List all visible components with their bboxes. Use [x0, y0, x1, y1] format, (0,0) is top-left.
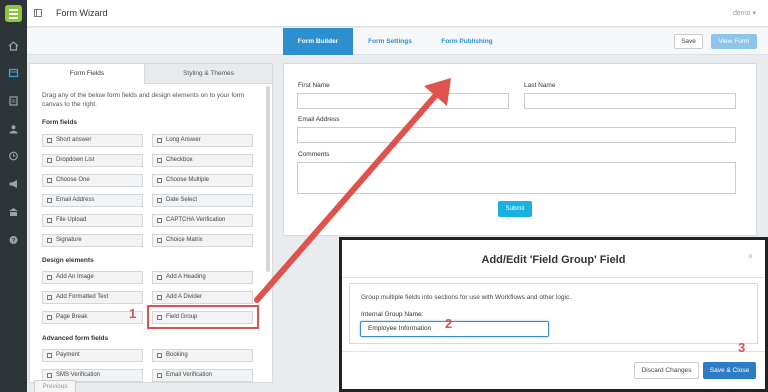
- text-icon: [47, 138, 52, 143]
- tab-form-settings[interactable]: Form Settings: [357, 28, 423, 55]
- field-dropdown-list[interactable]: Dropdown List: [42, 154, 143, 167]
- first-name-field[interactable]: [297, 93, 509, 109]
- envelope-check-icon: [157, 373, 162, 378]
- image-icon: [47, 275, 52, 280]
- building-icon[interactable]: [8, 207, 19, 217]
- megaphone-icon[interactable]: [8, 179, 19, 189]
- section-advanced-fields: Advanced form fields: [42, 335, 109, 342]
- menu-icon[interactable]: [34, 9, 42, 17]
- grid-icon: [157, 238, 162, 243]
- heading-icon: [157, 275, 162, 280]
- dialog-footer-divider: [342, 351, 765, 352]
- email-field[interactable]: [297, 127, 736, 143]
- user-menu[interactable]: demo ▾: [733, 9, 756, 17]
- save-close-button[interactable]: Save & Close: [703, 362, 756, 379]
- upload-icon: [47, 218, 52, 223]
- fields-panel: Form Fields Styling & Themes Drag any of…: [29, 63, 273, 383]
- field-choose-one[interactable]: Choose One: [42, 174, 143, 187]
- field-group-highlight: [147, 305, 259, 329]
- field-long-answer[interactable]: Long Answer: [152, 134, 253, 147]
- top-bar: Form Wizard demo ▾: [27, 0, 768, 27]
- field-choice-matrix[interactable]: Choice Matrix: [152, 234, 253, 247]
- discard-changes-button[interactable]: Discard Changes: [634, 362, 699, 379]
- list-check-icon: [157, 178, 162, 183]
- list-icon: [47, 178, 52, 183]
- comments-field[interactable]: [297, 162, 736, 194]
- field-email-address[interactable]: Email Address: [42, 194, 143, 207]
- dialog-help-text: Group multiple fields into sections for …: [361, 294, 572, 301]
- group-name-input[interactable]: Employee Information: [360, 321, 549, 337]
- panel-description: Drag any of the below form fields and de…: [42, 92, 245, 108]
- group-name-label: Internal Group Name:: [361, 311, 424, 318]
- clock-icon: [157, 353, 162, 358]
- field-captcha[interactable]: CAPTCHA Verification: [152, 214, 253, 227]
- tab-form-builder[interactable]: Form Builder: [283, 28, 353, 55]
- pen-icon: [47, 238, 52, 243]
- tab-styling-themes[interactable]: Styling & Themes: [144, 64, 272, 84]
- svg-text:?: ?: [12, 238, 16, 244]
- checkbox-icon: [157, 158, 162, 163]
- help-icon[interactable]: ?: [8, 235, 19, 245]
- design-add-image[interactable]: Add An Image: [42, 271, 143, 284]
- envelope-icon: [47, 198, 52, 203]
- last-name-field[interactable]: [524, 93, 736, 109]
- field-payment[interactable]: Payment: [42, 349, 143, 362]
- phone-icon: [47, 373, 52, 378]
- close-icon[interactable]: ×: [748, 251, 753, 261]
- step-number-2: 2: [445, 316, 453, 331]
- history-icon[interactable]: [8, 151, 19, 161]
- tab-form-publishing[interactable]: Form Publishing: [431, 28, 503, 55]
- panel-scrollbar[interactable]: [266, 86, 270, 272]
- step-number-1: 1: [129, 306, 137, 321]
- field-short-answer[interactable]: Short answer: [42, 134, 143, 147]
- field-choose-multiple[interactable]: Choose Multiple: [152, 174, 253, 187]
- design-add-divider[interactable]: Add A Divider: [152, 291, 253, 304]
- text-format-icon: [47, 295, 52, 300]
- page-break-icon: [47, 315, 52, 320]
- field-group-dialog: Add/Edit 'Field Group' Field × Group mul…: [339, 237, 768, 392]
- design-add-heading[interactable]: Add A Heading: [152, 271, 253, 284]
- field-file-upload[interactable]: File Upload: [42, 214, 143, 227]
- lock-icon: [157, 218, 162, 223]
- save-button[interactable]: Save: [674, 34, 703, 49]
- credit-card-icon: [47, 353, 52, 358]
- user-icon[interactable]: [8, 124, 19, 134]
- forms-icon[interactable]: [8, 68, 19, 78]
- section-form-fields: Form fields: [42, 119, 78, 126]
- tab-form-fields[interactable]: Form Fields: [30, 64, 144, 84]
- dropdown-icon: [47, 158, 52, 163]
- app-logo-icon[interactable]: [5, 5, 22, 22]
- dialog-title: Add/Edit 'Field Group' Field: [481, 254, 626, 266]
- step-number-3: 3: [738, 340, 746, 355]
- field-signature[interactable]: Signature: [42, 234, 143, 247]
- submit-button[interactable]: Submit: [498, 201, 532, 217]
- page-title: Form Wizard: [56, 8, 108, 18]
- comments-label: Comments: [298, 151, 330, 158]
- divider-icon: [157, 295, 162, 300]
- dialog-body: Group multiple fields into sections for …: [349, 283, 758, 344]
- dialog-divider: [342, 277, 765, 278]
- design-page-break[interactable]: Page Break: [42, 311, 143, 324]
- document-icon[interactable]: [8, 96, 19, 106]
- last-name-label: Last Name: [524, 82, 556, 89]
- previous-button[interactable]: Previous: [34, 380, 76, 392]
- design-add-formatted-text[interactable]: Add Formatted Text: [42, 291, 143, 304]
- left-rail: ?: [0, 0, 27, 392]
- field-date-select[interactable]: Date Select: [152, 194, 253, 207]
- field-checkbox[interactable]: Checkbox: [152, 154, 253, 167]
- paragraph-icon: [157, 138, 162, 143]
- home-icon[interactable]: [8, 41, 19, 51]
- section-design-elements: Design elements: [42, 257, 94, 264]
- builder-tabs: Form Builder Form Settings Form Publishi…: [27, 28, 768, 55]
- email-label: Email Address: [298, 116, 340, 123]
- view-form-button[interactable]: View Form: [711, 34, 757, 49]
- calendar-icon: [157, 198, 162, 203]
- field-email-verification[interactable]: Email Verification: [152, 369, 253, 382]
- field-booking[interactable]: Booking: [152, 349, 253, 362]
- first-name-label: First Name: [298, 82, 330, 89]
